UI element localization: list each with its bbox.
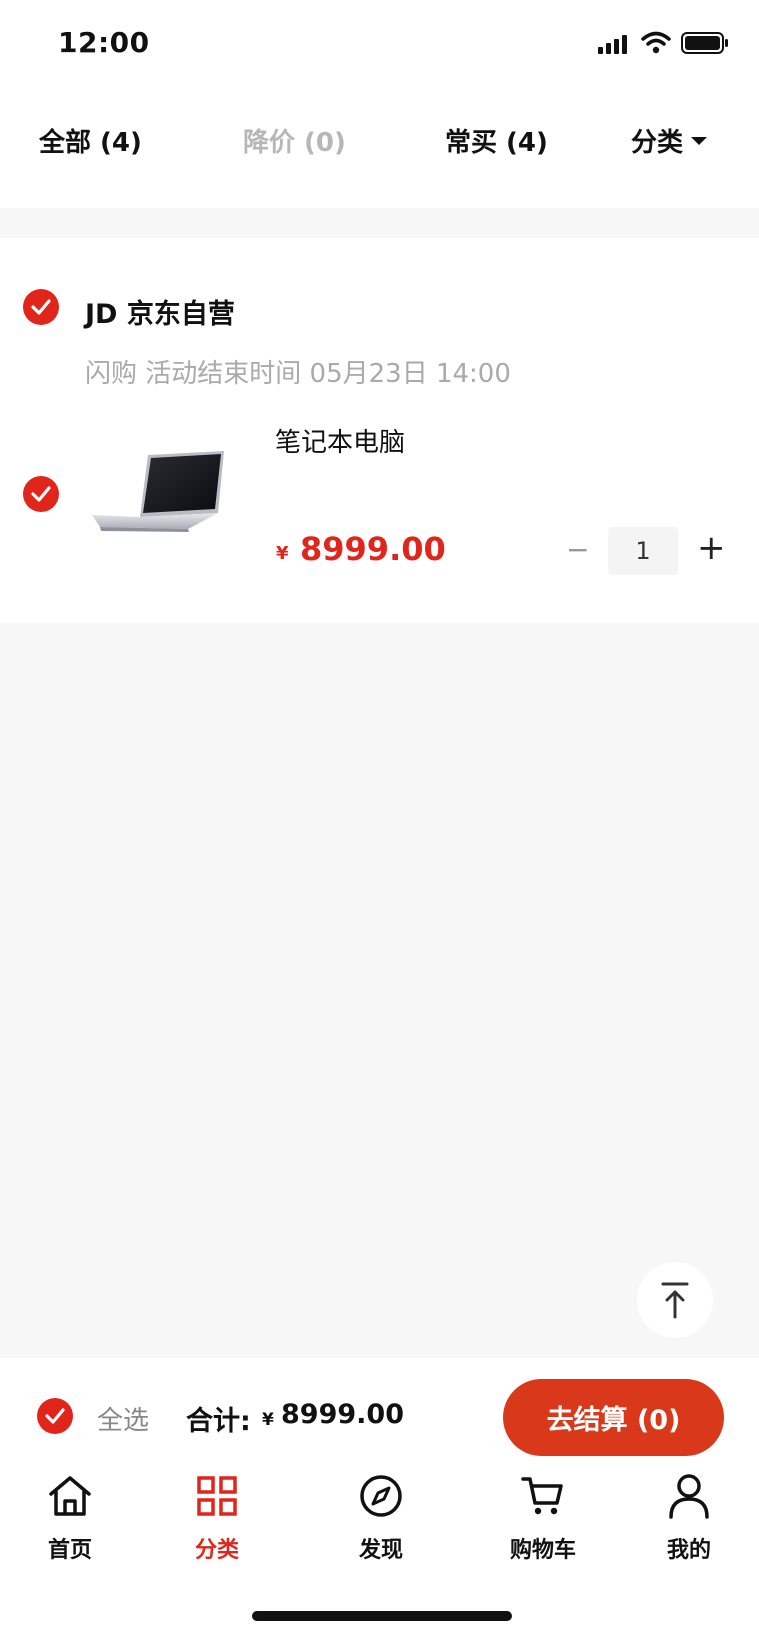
nav-category-label: 分类 [194, 1538, 239, 1563]
nav-cart[interactable]: 购物车 [483, 1470, 603, 1564]
shop-checkbox[interactable] [23, 289, 59, 325]
price-currency: ¥ [276, 543, 289, 564]
nav-discover-label: 发现 [358, 1538, 403, 1563]
nav-profile[interactable]: 我的 [629, 1470, 749, 1564]
back-to-top-button[interactable] [637, 1262, 713, 1338]
compass-icon [355, 1470, 407, 1522]
total-amount: 8999.00 [281, 1399, 404, 1430]
product-name[interactable]: 笔记本电脑 [275, 422, 405, 459]
total-currency: ¥ [262, 1410, 274, 1430]
product-checkbox[interactable] [23, 476, 59, 512]
checkout-button[interactable]: 去结算 (0) [503, 1379, 724, 1456]
tab-price-drop[interactable]: 降价 (0) [243, 122, 346, 159]
tab-frequent[interactable]: 常买 (4) [445, 122, 548, 159]
caret-down-icon [691, 136, 708, 145]
tab-category-label: 分类 [631, 128, 684, 158]
quantity-input[interactable]: 1 [608, 527, 678, 575]
nav-category[interactable]: 分类 [157, 1470, 277, 1564]
signal-icon [598, 34, 630, 58]
arrow-to-top-icon [661, 1282, 689, 1319]
tab-all[interactable]: 全部 (4) [39, 122, 142, 159]
laptop-image[interactable] [92, 443, 230, 537]
check-icon [45, 1408, 65, 1424]
home-icon [44, 1470, 96, 1522]
wifi-icon [641, 31, 671, 59]
select-all-checkbox[interactable] [37, 1398, 73, 1434]
cart-background [0, 623, 759, 1358]
check-icon [31, 486, 51, 502]
quantity-decrease-button[interactable]: − [566, 533, 589, 566]
category-icon [191, 1470, 243, 1522]
status-time: 12:00 [58, 26, 150, 59]
nav-discover[interactable]: 发现 [321, 1470, 441, 1564]
product-price: 8999.00 [300, 530, 446, 568]
section-divider [0, 208, 759, 238]
nav-profile-label: 我的 [666, 1538, 711, 1563]
quantity-increase-button[interactable]: + [697, 528, 726, 568]
home-indicator [252, 1611, 512, 1621]
nav-cart-label: 购物车 [509, 1538, 576, 1563]
tab-category[interactable]: 分类 [631, 122, 708, 159]
check-icon [31, 299, 51, 315]
nav-home[interactable]: 首页 [10, 1470, 130, 1564]
cart-icon [517, 1470, 569, 1522]
battery-icon [681, 31, 729, 59]
shop-name[interactable]: JD 京东自营 [85, 292, 235, 331]
nav-home-label: 首页 [47, 1538, 92, 1563]
select-all-label[interactable]: 全选 [97, 1400, 149, 1437]
total-label: 合计: [186, 1406, 251, 1437]
flash-sale-info: 闪购 活动结束时间 05月23日 14:00 [85, 359, 511, 389]
user-icon [663, 1470, 715, 1522]
